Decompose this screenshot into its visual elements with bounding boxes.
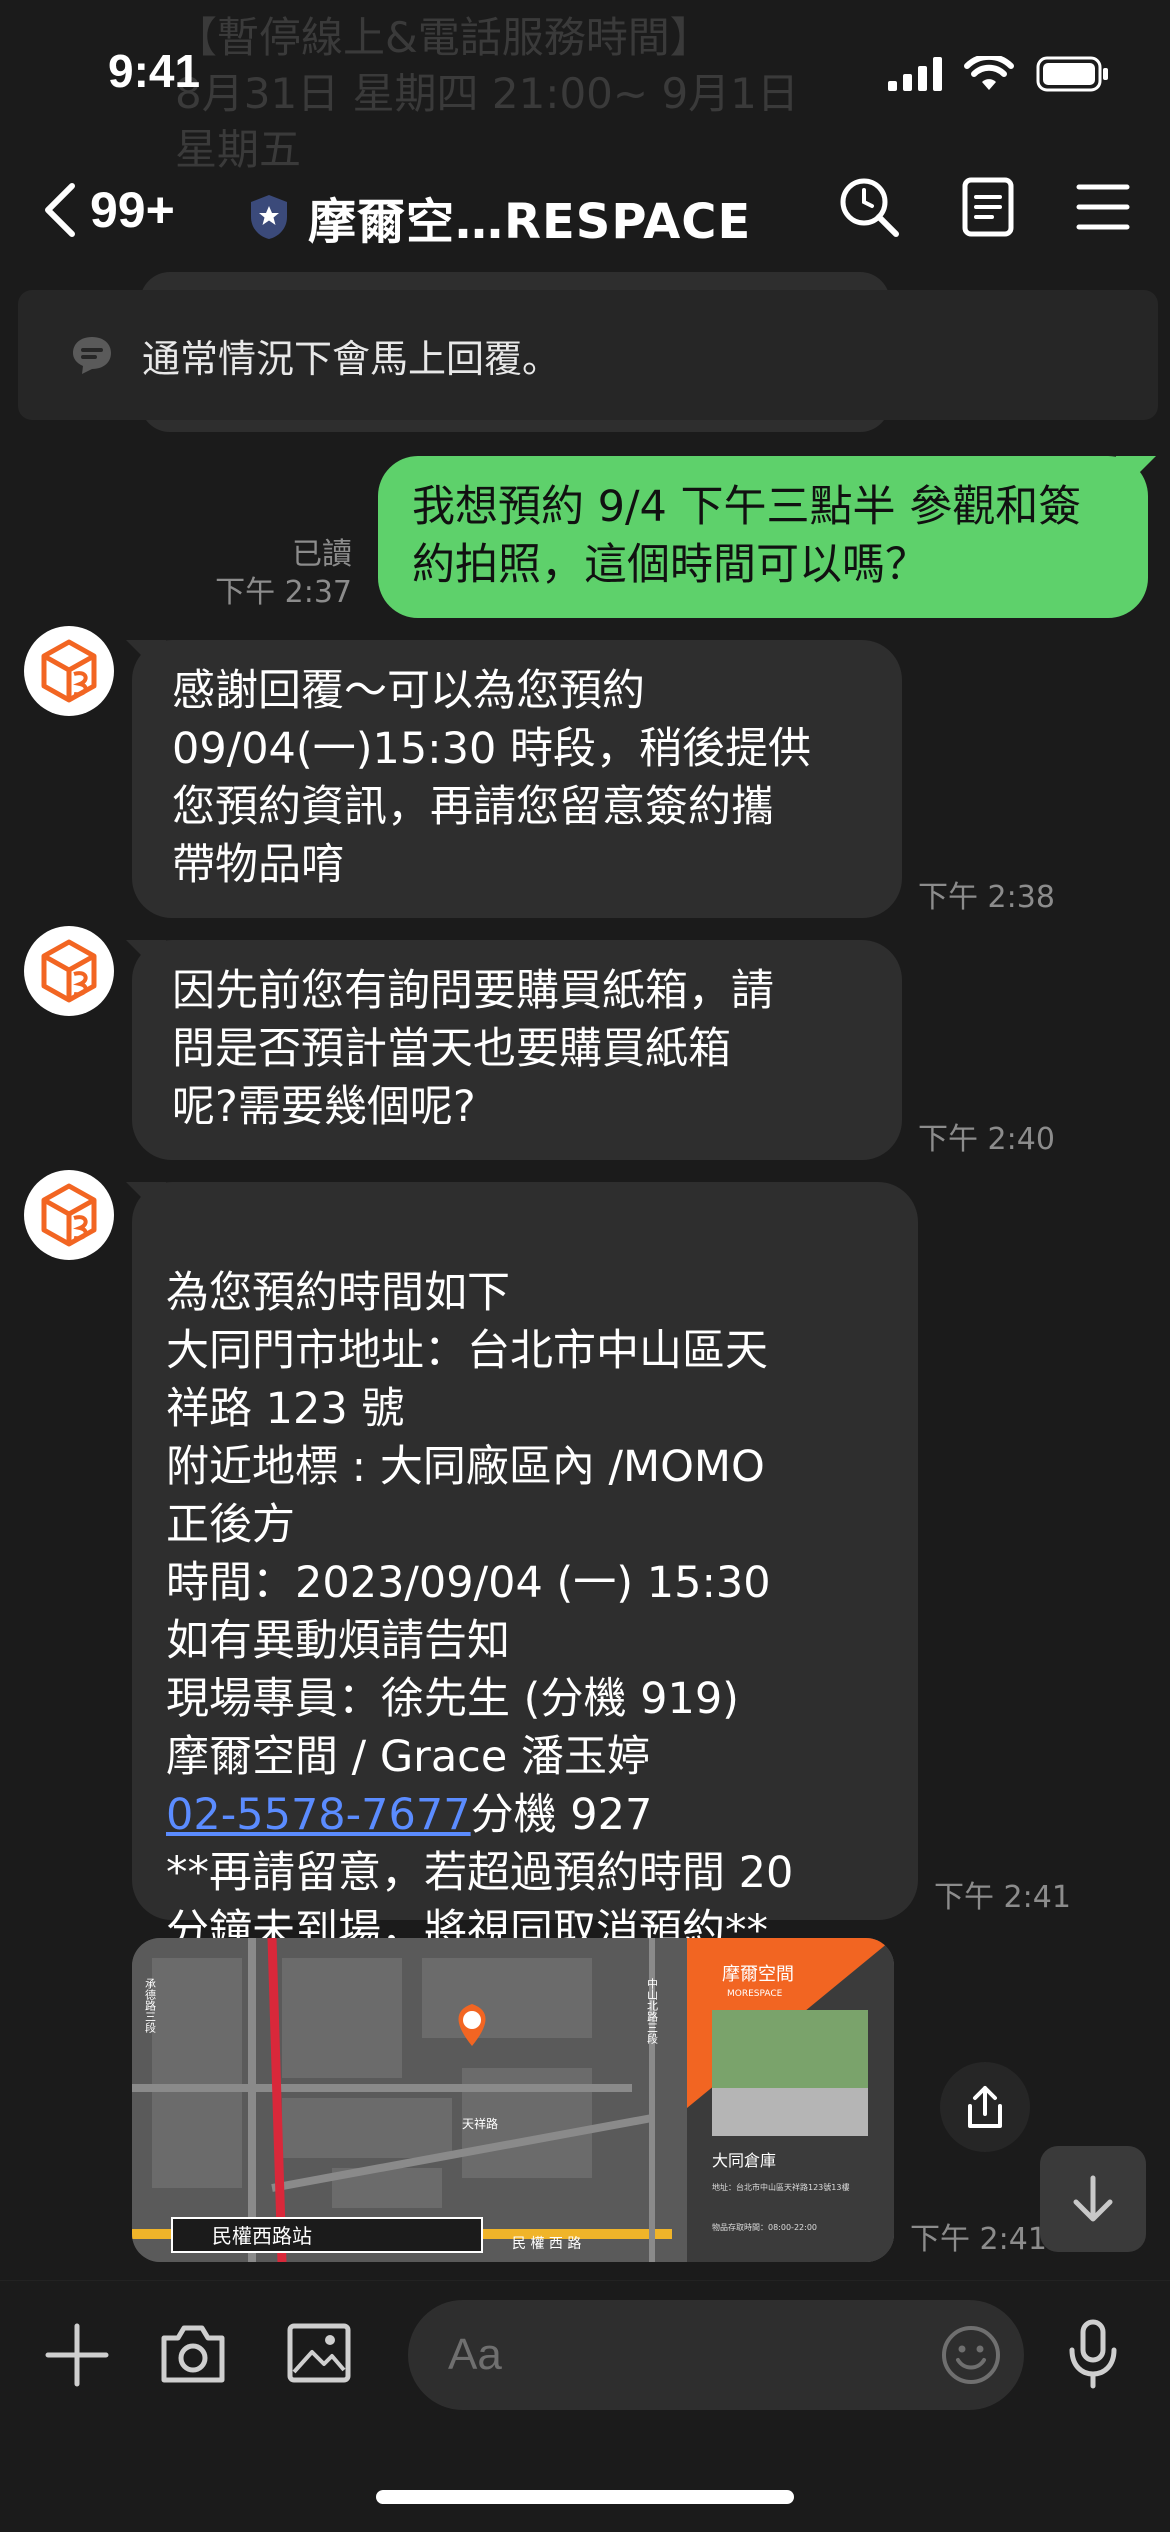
message-time: 下午 2:41 (910, 2222, 1047, 2257)
map-hours: 物品存取時間：08:00-22:00 (712, 2222, 817, 2232)
battery-icon (1036, 56, 1108, 92)
emoji-icon[interactable] (940, 2324, 1002, 2386)
map-station-label: 民權西路站 (212, 2224, 312, 2248)
message-time: 下午 2:41 (934, 1880, 1071, 1915)
sender-avatar[interactable] (24, 926, 114, 1016)
message-time: 下午 2:38 (918, 880, 1055, 915)
menu-icon[interactable] (1076, 183, 1130, 231)
notes-icon[interactable] (962, 177, 1014, 237)
back-button[interactable]: 99+ (40, 180, 175, 240)
morespace-logo-icon (41, 939, 97, 1003)
chat-header: 99+ 摩爾空…RESPACE (0, 160, 1170, 260)
microphone-icon[interactable] (1066, 2318, 1120, 2390)
message-input[interactable] (408, 2300, 1024, 2410)
chat-bubble-icon (73, 337, 111, 374)
map-brand-en: MORESPACE (727, 1989, 783, 1999)
map-address: 地址：台北市中山區天祥路123號13樓 (712, 2182, 849, 2192)
share-button[interactable] (940, 2062, 1030, 2152)
phone-link[interactable]: 02-5578-7677 (166, 1790, 471, 1840)
incoming-message[interactable]: 感謝回覆～可以為您預約 09/04(一)15:30 時段，稍後提供 您預約資訊，… (132, 640, 902, 918)
status-time: 9:41 (108, 45, 201, 97)
chat-title-area[interactable]: 摩爾空…RESPACE (248, 182, 751, 252)
message-time: 下午 2:37 (215, 575, 352, 610)
plus-icon[interactable] (44, 2322, 110, 2388)
search-icon[interactable] (838, 176, 900, 238)
map-brand: 摩爾空間 (722, 1964, 794, 1985)
phone-extension: 分機 927 (470, 1790, 653, 1840)
sender-avatar[interactable] (24, 626, 114, 716)
map-image-message[interactable]: 民權西路站 民 權 西 路 天祥路 中山北路三段 承德路三段 摩爾空間 MORE… (132, 1938, 894, 2262)
map-road-bottom: 民 權 西 路 (512, 2236, 581, 2252)
chevron-left-icon (45, 183, 75, 237)
official-account-badge-icon (251, 195, 287, 239)
warehouse-map-image: 民權西路站 民 權 西 路 天祥路 中山北路三段 承德路三段 摩爾空間 MORE… (132, 1938, 894, 2262)
status-bar: 9:41 (0, 0, 1170, 150)
chat-title: 摩爾空…RESPACE (308, 194, 752, 250)
auto-reply-text: 通常情況下會馬上回覆。 (142, 336, 561, 381)
incoming-message[interactable]: 因先前您有詢問要購買紙箱，請 問是否預計當天也要購買紙箱 呢?需要幾個呢? (132, 940, 902, 1160)
map-road-left: 承德路三段 (144, 1978, 157, 2034)
morespace-logo-icon (41, 1183, 97, 1247)
image-icon[interactable] (286, 2322, 352, 2384)
outgoing-message[interactable]: 我想預約 9/4 下午三點半 參觀和簽約拍照，這個時間可以嗎？ (378, 456, 1148, 618)
arrow-down-icon (1073, 2175, 1113, 2222)
morespace-logo-icon (41, 639, 97, 703)
sender-avatar[interactable] (24, 1170, 114, 1260)
read-status: 已讀 (292, 537, 352, 572)
scroll-to-bottom-button[interactable] (1040, 2146, 1146, 2252)
map-warehouse-title: 大同倉庫 (712, 2151, 776, 2170)
booking-details-text: 為您預約時間如下 大同門市地址：台北市中山區天 祥路 123 號 附近地標 : … (166, 1268, 771, 1782)
auto-reply-banner: 通常情況下會馬上回覆。 (18, 290, 1158, 420)
map-road-tianxiang: 天祥路 (462, 2116, 498, 2131)
unread-count: 99+ (90, 182, 175, 238)
signal-icon (888, 57, 942, 91)
message-time: 下午 2:40 (918, 1122, 1055, 1157)
status-icons (888, 56, 1110, 92)
incoming-message-booking-details[interactable]: 為您預約時間如下 大同門市地址：台北市中山區天 祥路 123 號 附近地標 : … (132, 1182, 918, 1956)
camera-icon[interactable] (160, 2322, 226, 2384)
share-icon (968, 2086, 1002, 2128)
map-road-right: 中山北路三段 (646, 1978, 659, 2045)
header-actions (838, 176, 1130, 238)
home-indicator (376, 2490, 794, 2504)
wifi-icon (964, 56, 1014, 90)
read-receipt: 已讀 下午 2:37 (215, 536, 352, 612)
